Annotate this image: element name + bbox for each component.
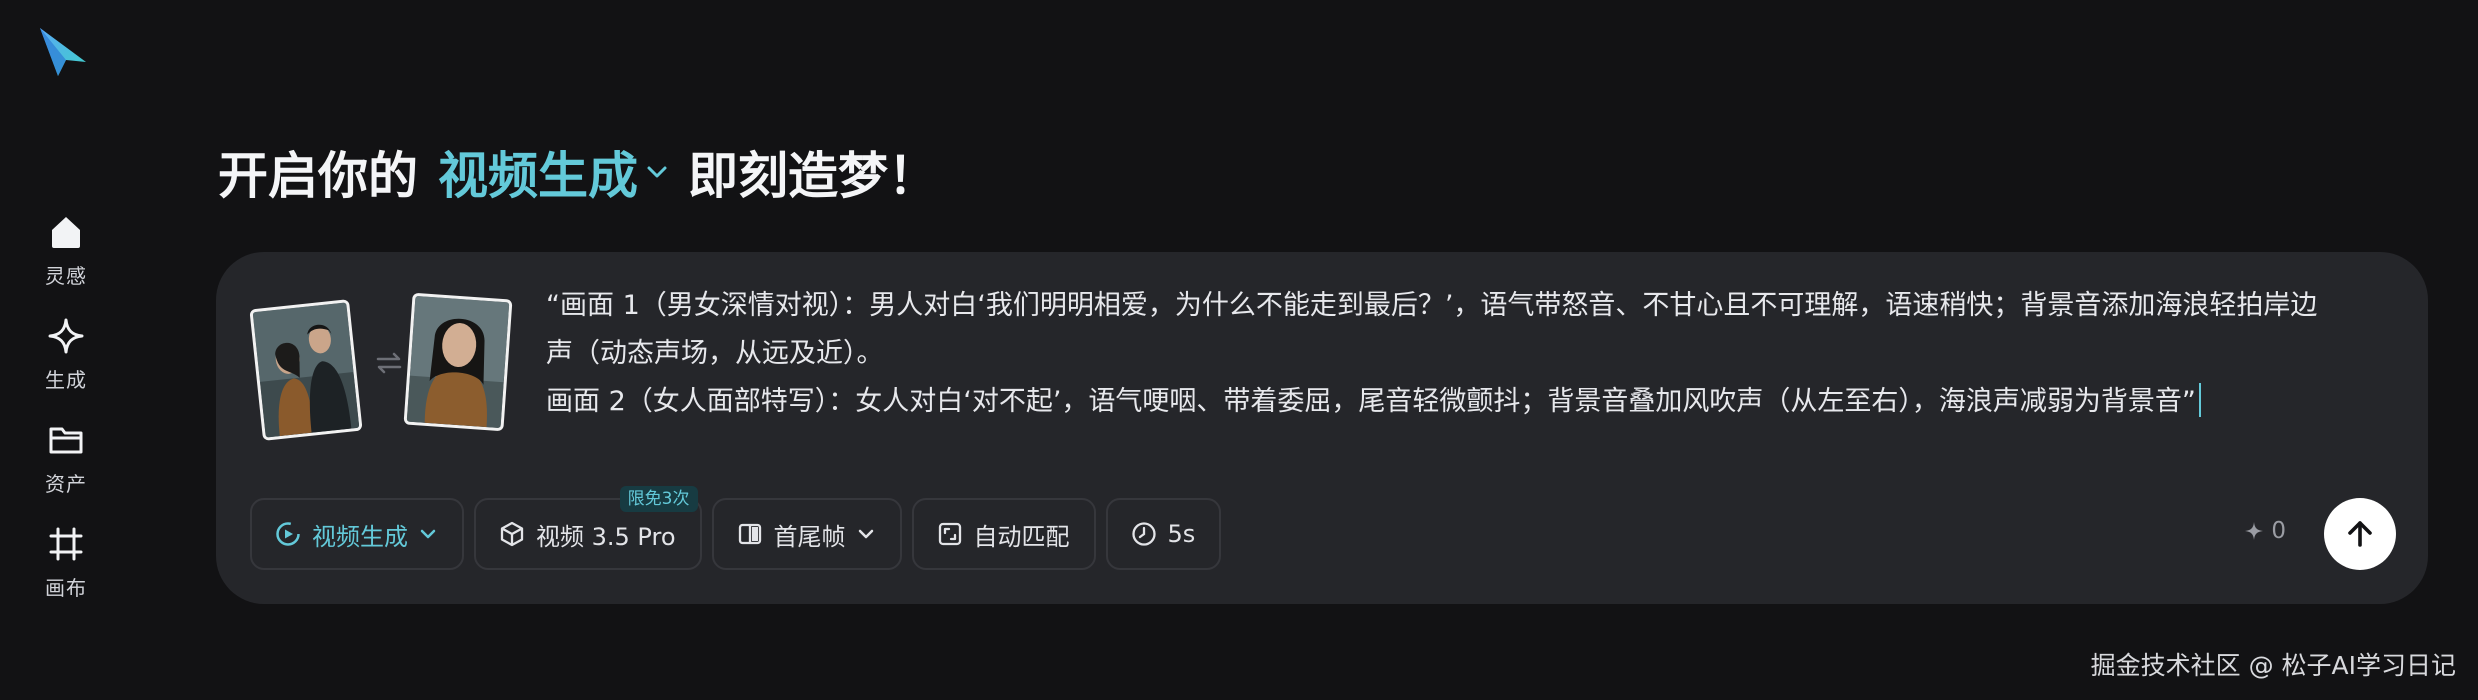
- canvas-icon: [49, 527, 83, 561]
- prompt-line-text: 画面 2（女人面部特写）：女人对白‘对不起’，语气哽咽、带着委屈，尾音轻微颤抖；…: [546, 386, 2196, 417]
- mode-dropdown-label: 视频生成: [312, 522, 408, 551]
- credit-counter: 0: [2243, 518, 2286, 544]
- reference-images: [249, 292, 526, 442]
- swap-icon[interactable]: [374, 348, 404, 378]
- sidebar-item-canvas[interactable]: 画布: [24, 520, 108, 624]
- credit-count: 0: [2271, 518, 2286, 544]
- chevron-down-icon: [647, 166, 667, 178]
- cube-icon: [500, 521, 524, 547]
- video-generate-icon: [276, 522, 300, 546]
- watermark-text: 掘金技术社区 @ 松子AI学习日记: [2090, 651, 2456, 680]
- last-frame-thumbnail[interactable]: [403, 292, 513, 432]
- sparkle-icon: [48, 318, 84, 354]
- duration-selector[interactable]: 5s: [1105, 498, 1222, 570]
- mode-dropdown[interactable]: 视频生成: [250, 498, 464, 570]
- frames-dropdown-label: 首尾帧: [773, 522, 846, 551]
- first-frame-thumbnail[interactable]: [249, 299, 363, 441]
- clock-icon: [1131, 522, 1156, 546]
- frames-icon: [738, 523, 761, 545]
- headline-prefix: 开启你的: [218, 147, 418, 205]
- arrow-up-icon: [2348, 521, 2372, 547]
- frames-dropdown[interactable]: 首尾帧: [711, 498, 902, 570]
- text-caret: [2198, 383, 2201, 417]
- chevron-down-icon: [858, 529, 873, 539]
- sidebar-nav: 灵感 生成 资产 画布: [24, 208, 108, 624]
- prompt-line-last: 画面 2（女人面部特写）：女人对白‘对不起’，语气哽咽、带着委屈，尾音轻微颤抖；…: [546, 378, 2386, 426]
- sidebar-item-label: 画布: [45, 576, 87, 600]
- prompt-line: “画面 1（男女深情对视）：男人对白‘我们明明相爱，为什么不能走到最后？’，语气…: [546, 290, 2318, 321]
- sparkle-icon: [2245, 522, 2264, 540]
- sidebar-item-assets[interactable]: 资产: [24, 416, 108, 520]
- aspect-ratio-icon: [938, 522, 961, 546]
- mode-selector-label: 视频生成: [438, 147, 638, 205]
- headline-suffix: 即刻造梦！: [688, 147, 938, 205]
- aspect-ratio-selector[interactable]: 自动匹配: [911, 498, 1096, 570]
- mode-selector[interactable]: 视频生成: [438, 136, 688, 208]
- duration-label: 5s: [1167, 520, 1196, 548]
- sidebar-item-label: 生成: [45, 368, 87, 392]
- sidebar-item-label: 资产: [45, 472, 87, 496]
- sidebar-item-generate[interactable]: 生成: [24, 312, 108, 416]
- model-selector-label: 视频 3.5 Pro: [536, 522, 676, 551]
- app-logo[interactable]: [36, 26, 90, 80]
- chevron-down-icon: [420, 529, 436, 539]
- prompt-textarea[interactable]: “画面 1（男女深情对视）：男人对白‘我们明明相爱，为什么不能走到最后？’，语气…: [546, 282, 2386, 426]
- generation-toolbar: 视频生成 视频 3.5 Pro 限免3次 首尾帧 自动匹配 5s: [250, 486, 1222, 570]
- model-selector[interactable]: 视频 3.5 Pro 限免3次: [474, 486, 702, 570]
- send-button[interactable]: [2324, 498, 2396, 570]
- sidebar-item-label: 灵感: [45, 264, 87, 288]
- home-icon: [52, 217, 80, 248]
- free-trial-badge: 限免3次: [619, 486, 698, 512]
- prompt-composer: “画面 1（男女深情对视）：男人对白‘我们明明相爱，为什么不能走到最后？’，语气…: [216, 252, 2428, 604]
- page-headline: 开启你的 视频生成 即刻造梦！: [218, 140, 938, 205]
- sidebar-item-inspiration[interactable]: 灵感: [24, 208, 108, 312]
- aspect-ratio-label: 自动匹配: [973, 522, 1070, 551]
- prompt-line: 声（动态声场，从远及近）。: [546, 338, 884, 369]
- folder-icon: [49, 427, 83, 454]
